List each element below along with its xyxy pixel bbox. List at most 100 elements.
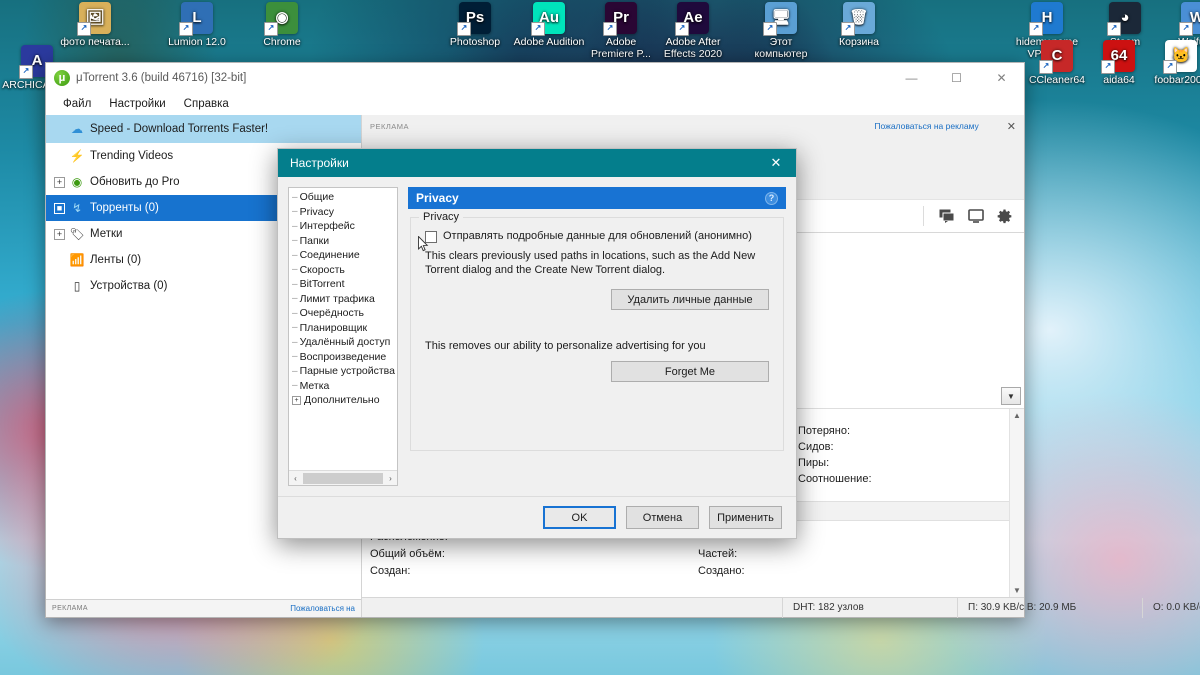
desktop-icon-label: Chrome — [263, 36, 301, 48]
sidebar-item-0[interactable]: ☁ Speed - Download Torrents Faster! — [46, 115, 361, 143]
cancel-button[interactable]: Отмена — [626, 506, 699, 529]
settings-tree-item-8[interactable]: – Очерёдность — [289, 306, 397, 321]
close-button[interactable]: ✕ — [979, 63, 1024, 93]
sidebar-item-label: Trending Videos — [90, 150, 174, 162]
forget-me-button[interactable]: Forget Me — [611, 361, 769, 382]
recycle-bin-icon: 🗑 — [841, 2, 875, 36]
tree-item-label: Очерёдность — [299, 307, 365, 320]
desktop-icon-this-pc-icon[interactable]: 🖥Этот компьютер — [744, 2, 818, 60]
settings-dialog[interactable]: Настройки ✕ – Общие – Privacy – Интерфейс – Пап… — [277, 148, 797, 539]
report-ad-link-top[interactable]: Пожаловаться на рекламу — [874, 121, 978, 131]
panel-body: Privacy Отправлять подробные данные для … — [408, 209, 786, 486]
toolbar-divider — [923, 206, 924, 226]
ad-bar-top: РЕКЛАМА Пожаловаться на рекламу ✕ — [362, 115, 1024, 137]
detail-label-ratio: Соотношение: — [798, 473, 872, 485]
utorrent-menubar[interactable]: Файл Настройки Справка — [46, 93, 1024, 115]
utorrent-app-icon — [54, 69, 70, 86]
tree-expander-icon[interactable]: + — [292, 395, 301, 405]
utorrent-titlebar[interactable]: μTorrent 3.6 (build 46716) [32-bit] — ☐ … — [46, 63, 1024, 93]
desktop-icon-foobar2000-icon[interactable]: 🐱foobar2000 — [1144, 40, 1200, 86]
desktop-icon-audition-icon[interactable]: AuAdobe Audition — [512, 2, 586, 48]
comment-icon[interactable] — [939, 209, 955, 223]
scroll-left-icon[interactable]: ‹ — [289, 474, 302, 483]
settings-tree-item-1[interactable]: – Privacy — [289, 205, 397, 220]
desktop-icon-chrome-icon[interactable]: ◉Chrome — [245, 2, 319, 48]
detail-label-created: Создан: — [370, 565, 411, 577]
maximize-button[interactable]: ☐ — [934, 63, 979, 93]
tree-dash-icon: – — [292, 365, 298, 377]
settings-title-text: Настройки — [290, 156, 349, 170]
status-empty-cell — [362, 598, 782, 618]
settings-tree-item-0[interactable]: – Общие — [289, 190, 397, 205]
help-icon[interactable]: ? — [765, 191, 778, 205]
desktop-icon-photoshop-icon[interactable]: PsPhotoshop — [438, 2, 512, 48]
tree-dash-icon: – — [292, 191, 298, 203]
audition-icon: Au — [531, 2, 565, 36]
desktop-icon-label: Этот компьютер — [754, 36, 808, 60]
menu-help[interactable]: Справка — [175, 96, 238, 112]
settings-category-tree[interactable]: – Общие – Privacy – Интерфейс – Папки – Соединени… — [288, 187, 398, 486]
group-legend: Privacy — [419, 211, 464, 223]
expander-icon[interactable]: + — [54, 228, 65, 240]
scroll-right-icon[interactable]: › — [384, 474, 397, 483]
tree-item-label: Общие — [299, 191, 335, 204]
details-scrollbar[interactable]: ▲ ▼ — [1009, 409, 1024, 597]
settings-tree-item-10[interactable]: – Удалённый доступ — [289, 335, 397, 350]
settings-tree-item-5[interactable]: – Скорость — [289, 263, 397, 278]
tree-item-label: Воспроизведение — [299, 350, 387, 363]
settings-titlebar[interactable]: Настройки ✕ — [278, 149, 796, 177]
apply-button[interactable]: Применить — [709, 506, 782, 529]
desktop-icon-premiere-icon[interactable]: PrAdobe Premiere P... — [584, 2, 658, 60]
chevron-down-icon[interactable]: ▼ — [1001, 387, 1021, 405]
settings-tree-item-3[interactable]: – Папки — [289, 234, 397, 249]
tree-horizontal-scrollbar[interactable]: ‹ › — [289, 470, 397, 485]
tree-item-label: Дополнительно — [304, 394, 380, 407]
desktop-icon-recycle-bin-icon[interactable]: 🗑Корзина — [822, 2, 896, 48]
tree-item-label: Метка — [299, 379, 330, 392]
anonymous-updates-checkbox-row[interactable]: Отправлять подробные данные для обновлен… — [425, 230, 769, 243]
desktop-icon-lumion-icon[interactable]: LLumion 12.0 — [160, 2, 234, 48]
tree-dash-icon: – — [292, 278, 298, 290]
ok-button[interactable]: OK — [543, 506, 616, 529]
scroll-down-icon[interactable]: ▼ — [1013, 586, 1021, 595]
anonymous-updates-checkbox[interactable] — [425, 231, 437, 243]
delete-personal-data-button[interactable]: Удалить личные данные — [611, 289, 769, 310]
scrollbar-thumb[interactable] — [303, 472, 383, 484]
expander-icon[interactable]: + — [54, 176, 65, 188]
tree-dash-icon: – — [292, 264, 298, 276]
settings-tree-item-13[interactable]: – Метка — [289, 379, 397, 394]
tree-dash-icon: – — [292, 235, 298, 247]
desktop-icon-photo-folder-icon[interactable]: 🖼фото печата... — [58, 2, 132, 48]
settings-tree-item-4[interactable]: – Соединение — [289, 248, 397, 263]
rss-feed-icon: 📶 — [69, 253, 85, 267]
scroll-up-icon[interactable]: ▲ — [1013, 411, 1021, 420]
sidebar-item-label: Speed - Download Torrents Faster! — [90, 123, 269, 135]
settings-tree-item-9[interactable]: – Планировщик — [289, 321, 397, 336]
minimize-button[interactable]: — — [889, 63, 934, 93]
report-ad-link-left[interactable]: Пожаловаться на — [290, 604, 355, 613]
desktop-icon-label: Корзина — [839, 36, 879, 48]
menu-settings[interactable]: Настройки — [100, 96, 174, 112]
steam-icon: ◕ — [1107, 2, 1141, 36]
close-icon[interactable]: ✕ — [756, 149, 796, 177]
expander-icon[interactable]: ■ — [54, 202, 65, 214]
gear-icon[interactable] — [997, 208, 1012, 224]
menu-file[interactable]: Файл — [54, 96, 100, 112]
sidebar-item-label: Ленты (0) — [90, 254, 142, 266]
settings-tree-item-11[interactable]: – Воспроизведение — [289, 350, 397, 365]
remote-monitor-icon[interactable] — [968, 209, 984, 223]
toolbar-icon-group[interactable] — [923, 206, 1024, 226]
settings-tree-item-6[interactable]: – BitTorrent — [289, 277, 397, 292]
desktop-icon-after-effects-icon[interactable]: AeAdobe After Effects 2020 — [656, 2, 730, 60]
settings-tree-items[interactable]: – Общие – Privacy – Интерфейс – Папки – Соединени… — [289, 188, 397, 470]
settings-tree-item-14[interactable]: + Дополнительно — [289, 393, 397, 408]
settings-tree-item-2[interactable]: – Интерфейс — [289, 219, 397, 234]
desktop-icon-label: Lumion 12.0 — [168, 36, 226, 48]
settings-footer[interactable]: OK Отмена Применить — [278, 496, 796, 538]
settings-tree-item-7[interactable]: – Лимит трафика — [289, 292, 397, 307]
photo-folder-icon: 🖼 — [77, 2, 111, 36]
settings-tree-item-12[interactable]: – Парные устройства — [289, 364, 397, 379]
ad-close-icon[interactable]: ✕ — [1007, 120, 1016, 133]
detail-label-seeds: Сидов: — [798, 441, 834, 453]
devices-icon: ▯ — [73, 279, 81, 293]
